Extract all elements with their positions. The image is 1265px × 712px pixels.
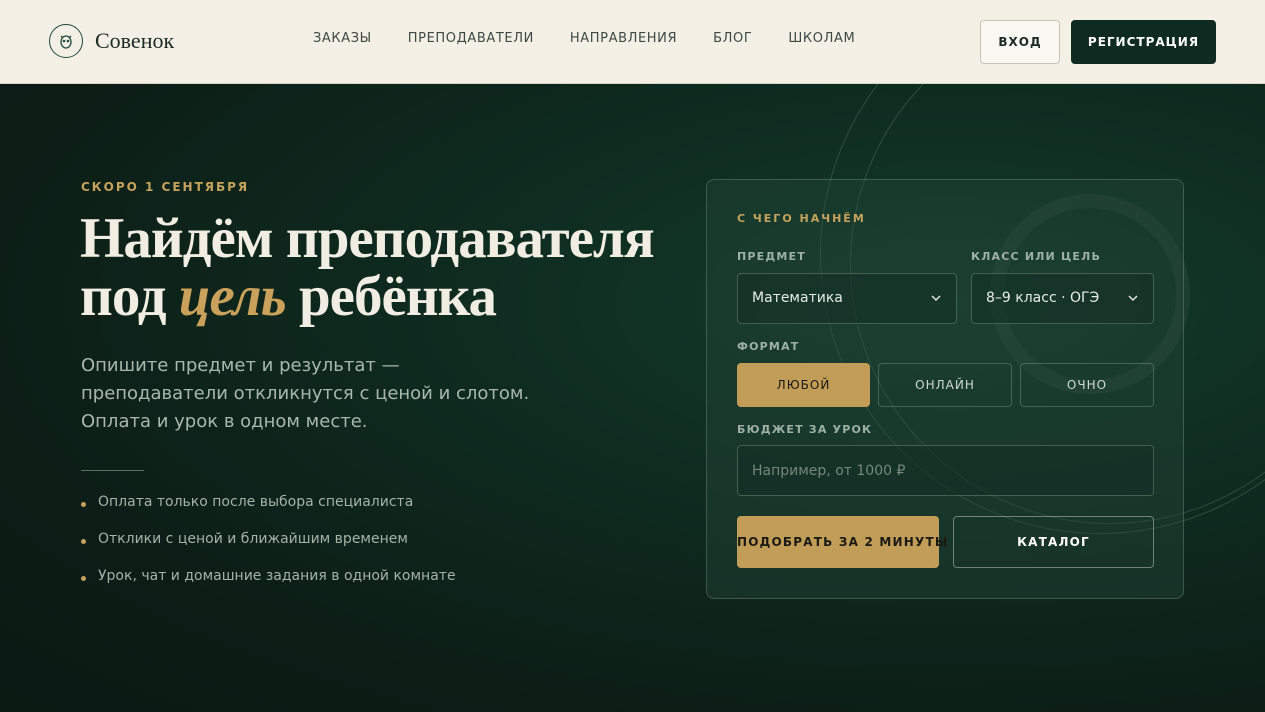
grade-label: КЛАСС ИЛИ ЦЕЛЬ (971, 250, 1102, 263)
chevron-down-icon (931, 295, 941, 302)
nav-item-blog[interactable]: БЛОГ (713, 31, 752, 46)
owl-icon (49, 24, 83, 58)
format-option-offline[interactable]: ОЧНО (1020, 363, 1154, 407)
grade-select[interactable]: 8–9 класс · ОГЭ (971, 273, 1154, 324)
nav-item-teachers[interactable]: ПРЕПОДАВАТЕЛИ (408, 31, 534, 46)
benefit-item: Урок, чат и домашние задания в одной ком… (81, 568, 456, 605)
benefit-item: Оплата только после выбора специалиста (81, 494, 456, 531)
headline-suffix: ребёнка (285, 265, 497, 328)
match-button[interactable]: ПОДОБРАТЬ ЗА 2 МИНУТЫ (737, 516, 947, 568)
format-option-online[interactable]: ОНЛАЙН (878, 363, 1012, 407)
format-option-any[interactable]: ЛЮБОЙ (737, 363, 870, 407)
brand-name: Совенок (95, 28, 175, 53)
login-button[interactable]: ВХОД (980, 20, 1060, 64)
hero-section: СКОРО 1 СЕНТЯБРЯ Найдём преподавателя по… (0, 84, 1265, 712)
nav-item-directions[interactable]: НАПРАВЛЕНИЯ (570, 31, 677, 46)
headline-line-1: Найдём преподавателя (80, 207, 655, 270)
chevron-down-icon (1128, 295, 1138, 302)
subject-value: Математика (752, 290, 843, 306)
nav-item-orders[interactable]: ЗАКАЗЫ (313, 31, 372, 46)
headline-prefix: под (80, 265, 179, 328)
divider (81, 470, 144, 471)
budget-label: БЮДЖЕТ ЗА УРОК (737, 423, 873, 436)
grade-value: 8–9 класс · ОГЭ (986, 290, 1100, 306)
site-header: Совенок ЗАКАЗЫ ПРЕПОДАВАТЕЛИ НАПРАВЛЕНИЯ… (0, 0, 1265, 84)
format-label: ФОРМАТ (737, 340, 800, 353)
register-button[interactable]: РЕГИСТРАЦИЯ (1071, 20, 1216, 64)
catalog-button[interactable]: КАТАЛОГ (953, 516, 1154, 568)
benefits-list: Оплата только после выбора специалиста О… (81, 494, 456, 605)
benefit-item: Отклики с ценой и ближайшим временем (81, 531, 456, 568)
main-nav: ЗАКАЗЫ ПРЕПОДАВАТЕЛИ НАПРАВЛЕНИЯ БЛОГ ШК… (313, 31, 891, 46)
headline-accent: цель (178, 265, 287, 328)
subject-select[interactable]: Математика (737, 273, 957, 324)
request-form-card: С ЧЕГО НАЧНЁМ ПРЕДМЕТ Математика КЛАСС И… (706, 179, 1184, 599)
hero-eyebrow: СКОРО 1 СЕНТЯБРЯ (81, 180, 250, 194)
subject-label: ПРЕДМЕТ (737, 250, 806, 263)
hero-headline: Найдём преподавателя под цель ребёнка (80, 207, 655, 328)
budget-input[interactable] (737, 445, 1154, 496)
hero-lead: Опишите предмет и результат — преподават… (81, 355, 530, 432)
form-title: С ЧЕГО НАЧНЁМ (737, 212, 866, 225)
logo[interactable]: Совенок (49, 24, 174, 58)
nav-item-schools[interactable]: ШКОЛАМ (788, 31, 855, 46)
